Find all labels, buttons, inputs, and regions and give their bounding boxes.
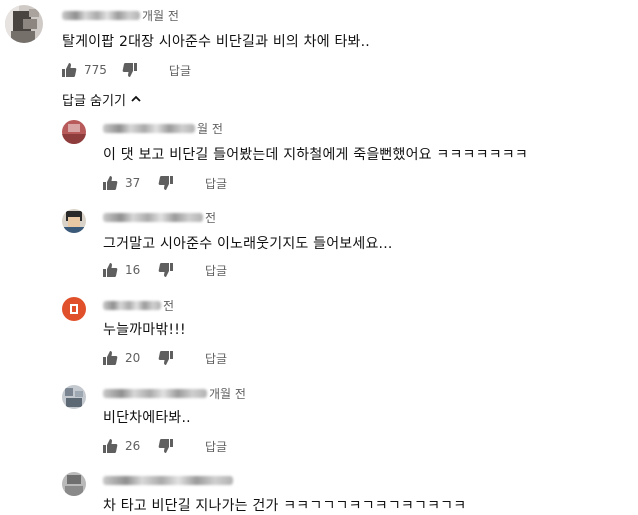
thumbs-up-icon[interactable] (101, 174, 119, 192)
reply-comment: 전 누늘까마밖!!! 20 답글 (0, 293, 638, 375)
comment-actions: 16 답글 (101, 260, 227, 280)
like-count: 20 (125, 351, 141, 365)
author-name-blurred[interactable] (103, 388, 207, 398)
avatar-image (62, 297, 86, 321)
comment-meta: 전 (103, 298, 175, 313)
comment-text: 누늘까마밖!!! (103, 322, 186, 338)
comment-time: 개월 전 (209, 386, 246, 401)
comment-text: 그거말고 시아준수 이노래웃기지도 들어보세요... (103, 236, 393, 252)
like-count: 775 (84, 63, 107, 77)
author-name-blurred[interactable] (103, 475, 233, 485)
comment-time: 전 (205, 210, 217, 225)
thumbs-down-icon[interactable] (157, 349, 175, 367)
comment-time: 월 전 (197, 121, 223, 136)
comment-actions: 20 답글 (101, 348, 227, 368)
thumbs-down-icon[interactable] (121, 61, 139, 79)
comment-meta: 월 전 (103, 121, 223, 136)
comment-actions: 775 답글 (60, 60, 191, 80)
thumbs-down-icon[interactable] (157, 174, 175, 192)
author-name-blurred[interactable] (103, 212, 203, 222)
reply-button[interactable]: 답글 (205, 438, 227, 455)
chevron-up-icon (130, 93, 142, 105)
thumbs-up-icon[interactable] (101, 261, 119, 279)
avatar-image (62, 472, 86, 496)
thumbs-down-icon[interactable] (157, 261, 175, 279)
comment-time: 전 (163, 298, 175, 313)
thumbs-up-icon[interactable] (101, 437, 119, 455)
comment-meta: 개월 전 (62, 8, 179, 23)
reply-button[interactable]: 답글 (205, 262, 227, 279)
reply-button[interactable]: 답글 (205, 350, 227, 367)
reply-comment: 전 그거말고 시아준수 이노래웃기지도 들어보세요... 16 답글 (0, 205, 638, 287)
reply-button[interactable]: 답글 (205, 175, 227, 192)
avatar[interactable] (62, 385, 86, 409)
comment-actions: 26 답글 (101, 436, 227, 456)
top-comment: 개월 전 탈게이팝 2대장 시아준수 비단길과 비의 차에 타봐.. 775 답… (0, 0, 638, 90)
avatar[interactable] (62, 120, 86, 144)
comment-meta: 개월 전 (103, 386, 246, 401)
comment-text: 이 댓 보고 비단길 들어봤는데 지하철에게 죽을뻔했어요 ㅋㅋㅋㅋㅋㅋㅋ (103, 147, 528, 163)
avatar[interactable] (62, 209, 86, 233)
avatar-image (62, 209, 86, 233)
avatar-image (62, 120, 86, 144)
thumbs-up-icon[interactable] (101, 349, 119, 367)
avatar[interactable] (5, 5, 43, 43)
like-count: 37 (125, 176, 141, 190)
author-name-blurred[interactable] (103, 123, 195, 133)
avatar-image (5, 5, 43, 43)
reply-comment: 월 전 이 댓 보고 비단길 들어봤는데 지하철에게 죽을뻔했어요 ㅋㅋㅋㅋㅋㅋ… (0, 116, 638, 198)
comment-meta (103, 473, 235, 487)
thumbs-up-icon[interactable] (60, 61, 78, 79)
reply-comment: 차 타고 비단길 지나가는 건가 ㅋㅋㄱㄱㄱㅋㄱㅋㄱㅋㄱㅋㄱㅋ (0, 468, 638, 515)
reply-button[interactable]: 답글 (169, 62, 191, 79)
hide-replies-toggle[interactable]: 답글 숨기기 (62, 91, 142, 109)
thumbs-down-icon[interactable] (157, 437, 175, 455)
avatar[interactable] (62, 297, 86, 321)
comment-text: 차 타고 비단길 지나가는 건가 ㅋㅋㄱㄱㄱㅋㄱㅋㄱㅋㄱㅋㄱㅋ (103, 498, 467, 514)
author-name-blurred[interactable] (103, 300, 161, 310)
hide-replies-label: 답글 숨기기 (62, 93, 126, 109)
avatar-image (62, 385, 86, 409)
author-name-blurred[interactable] (62, 10, 140, 20)
comment-actions: 37 답글 (101, 173, 227, 193)
avatar[interactable] (62, 472, 86, 496)
comment-meta: 전 (103, 210, 217, 225)
reply-comment: 개월 전 비단차에타봐.. 26 답글 (0, 381, 638, 463)
comment-text: 탈게이팝 2대장 시아준수 비단길과 비의 차에 타봐.. (62, 34, 370, 50)
like-count: 26 (125, 439, 141, 453)
like-count: 16 (125, 263, 141, 277)
comment-time: 개월 전 (142, 8, 179, 23)
comment-text: 비단차에타봐.. (103, 410, 191, 426)
